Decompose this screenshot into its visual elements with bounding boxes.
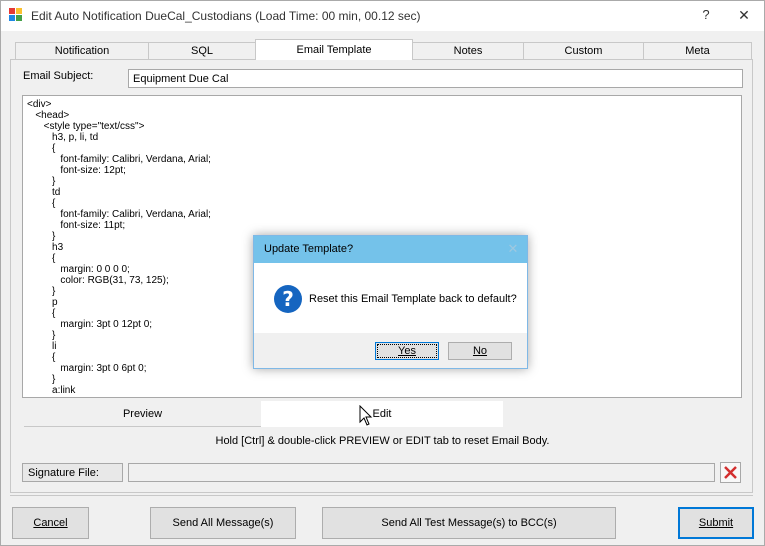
template-line: font-size: 12pt; xyxy=(27,165,126,176)
yes-button[interactable]: Yes xyxy=(375,342,439,360)
window-close-button[interactable]: ✕ xyxy=(731,5,757,25)
template-line: margin: 3pt 0 6pt 0; xyxy=(27,363,147,374)
dialog-body: ? Reset this Email Template back to defa… xyxy=(254,263,527,333)
signature-file-input[interactable] xyxy=(128,463,715,482)
email-subject-input[interactable]: Equipment Due Cal xyxy=(128,69,743,88)
no-button-label: No xyxy=(472,345,488,357)
clear-x-icon xyxy=(724,466,737,479)
footer-separator xyxy=(10,495,753,496)
tab-custom[interactable]: Custom xyxy=(523,42,644,60)
dialog-footer: Yes No xyxy=(254,333,527,368)
dialog-message: Reset this Email Template back to defaul… xyxy=(309,293,517,305)
cancel-button-label: Cancel xyxy=(33,517,68,529)
question-icon: ? xyxy=(274,285,302,313)
submit-button-label: Submit xyxy=(698,517,734,529)
template-line: font-family: Calibri, Verdana, Arial; xyxy=(27,154,211,165)
template-line: } xyxy=(27,374,56,385)
dialog-title: Update Template? xyxy=(264,243,354,255)
no-button[interactable]: No xyxy=(448,342,512,360)
template-line: } xyxy=(27,286,56,297)
main-window: Edit Auto Notification DueCal_Custodians… xyxy=(0,0,765,546)
tab-preview[interactable]: Preview xyxy=(24,401,261,427)
submit-button[interactable]: Submit xyxy=(678,507,754,539)
window-title: Edit Auto Notification DueCal_Custodians… xyxy=(31,9,421,23)
title-bar: Edit Auto Notification DueCal_Custodians… xyxy=(1,1,764,31)
template-line: <head> xyxy=(27,110,70,121)
tab-sql[interactable]: SQL xyxy=(148,42,256,60)
template-line: { xyxy=(27,198,56,209)
template-line: } xyxy=(27,176,56,187)
template-line: { xyxy=(27,143,56,154)
template-line: { xyxy=(27,253,56,264)
send-test-bcc-button[interactable]: Send All Test Message(s) to BCC(s) xyxy=(322,507,616,539)
template-line: <style type="text/css"> xyxy=(27,121,145,132)
yes-button-label: Yes xyxy=(398,345,416,357)
template-line: margin: 3pt 0 12pt 0; xyxy=(27,319,153,330)
template-line: color: RGB(31, 73, 125); xyxy=(27,275,169,286)
signature-file-label: Signature File: xyxy=(22,463,123,482)
tab-edit[interactable]: Edit xyxy=(261,401,503,427)
template-line: } xyxy=(27,231,56,242)
template-line: { xyxy=(27,352,56,363)
template-line: { xyxy=(27,308,56,319)
dialog-close-button[interactable]: ✕ xyxy=(504,240,522,258)
template-line: a:link xyxy=(27,385,76,396)
dialog-title-bar: Update Template? ✕ xyxy=(254,236,527,263)
template-line: } xyxy=(27,330,56,341)
app-icon xyxy=(9,8,23,22)
mouse-cursor-icon xyxy=(359,405,373,426)
help-button[interactable]: ? xyxy=(694,5,718,25)
send-all-button[interactable]: Send All Message(s) xyxy=(150,507,296,539)
tab-meta[interactable]: Meta xyxy=(643,42,752,60)
tab-email-template[interactable]: Email Template xyxy=(255,39,413,60)
template-line: td xyxy=(27,187,61,198)
template-line: h3 xyxy=(27,242,64,253)
reset-hint-text: Hold [Ctrl] & double-click PREVIEW or ED… xyxy=(215,435,550,447)
template-line: p xyxy=(27,297,58,308)
template-line: font-family: Calibri, Verdana, Arial; xyxy=(27,209,211,220)
tab-notification[interactable]: Notification xyxy=(15,42,149,60)
template-line: margin: 0 0 0 0; xyxy=(27,264,130,275)
template-line: li xyxy=(27,341,57,352)
email-subject-label: Email Subject: xyxy=(23,70,94,82)
template-line: <div> xyxy=(27,99,52,110)
template-line: h3, p, li, td xyxy=(27,132,99,143)
clear-signature-button[interactable] xyxy=(720,462,741,483)
cancel-button[interactable]: Cancel xyxy=(12,507,89,539)
update-template-dialog: Update Template? ✕ ? Reset this Email Te… xyxy=(253,235,528,369)
tab-notes[interactable]: Notes xyxy=(412,42,524,60)
template-line: font-size: 11pt; xyxy=(27,220,126,231)
